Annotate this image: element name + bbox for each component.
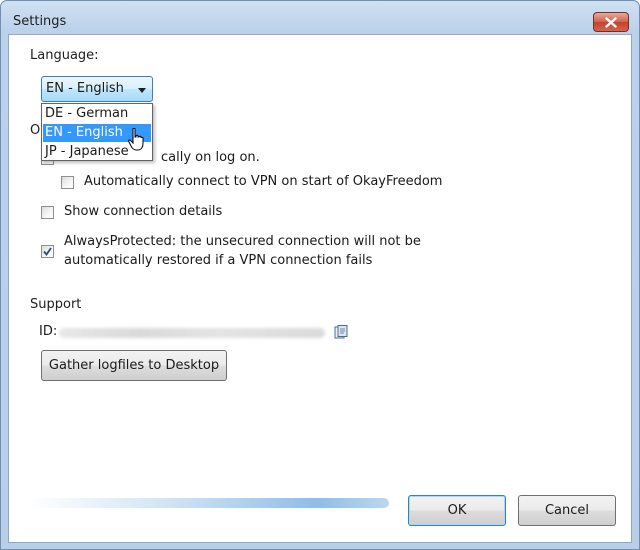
language-divider [105, 56, 630, 57]
options-divider [149, 131, 630, 132]
support-divider [91, 305, 630, 306]
copy-id-icon[interactable] [334, 325, 348, 339]
ok-button[interactable]: OK [408, 495, 506, 526]
footer-divider [29, 498, 389, 508]
language-option-de[interactable]: DE - German [43, 105, 151, 123]
chevron-down-icon [138, 88, 146, 93]
auto-connect-checkbox[interactable] [61, 176, 74, 189]
checkmark-icon [43, 247, 52, 256]
close-icon [605, 16, 617, 28]
language-select[interactable]: EN - English [41, 76, 153, 102]
settings-window: Settings Language: EN - English DE - Ger… [0, 0, 640, 550]
gather-logfiles-button[interactable]: Gather logfiles to Desktop [41, 350, 227, 381]
start-on-logon-label: cally on log on. [161, 150, 260, 165]
support-id-value [59, 328, 325, 338]
auto-connect-label: Automatically connect to VPN on start of… [84, 174, 443, 189]
cancel-button[interactable]: Cancel [518, 495, 616, 526]
show-details-checkbox[interactable] [41, 206, 54, 219]
id-label: ID: [39, 324, 58, 339]
always-protected-label-line2: automatically restored if a VPN connecti… [64, 253, 373, 268]
always-protected-checkbox[interactable] [41, 245, 54, 258]
settings-content: Language: EN - English DE - German EN - … [8, 34, 632, 543]
support-section-label: Support [30, 297, 90, 312]
language-section-label: Language: [30, 48, 107, 63]
title-bar[interactable]: Settings [1, 1, 639, 35]
window-title: Settings [13, 14, 67, 29]
show-details-label: Show connection details [64, 204, 223, 219]
close-button[interactable] [593, 12, 629, 32]
mouse-cursor-icon [128, 128, 144, 151]
language-select-value: EN - English [46, 81, 124, 96]
always-protected-label-line1: AlwaysProtected: the unsecured connectio… [64, 234, 421, 249]
